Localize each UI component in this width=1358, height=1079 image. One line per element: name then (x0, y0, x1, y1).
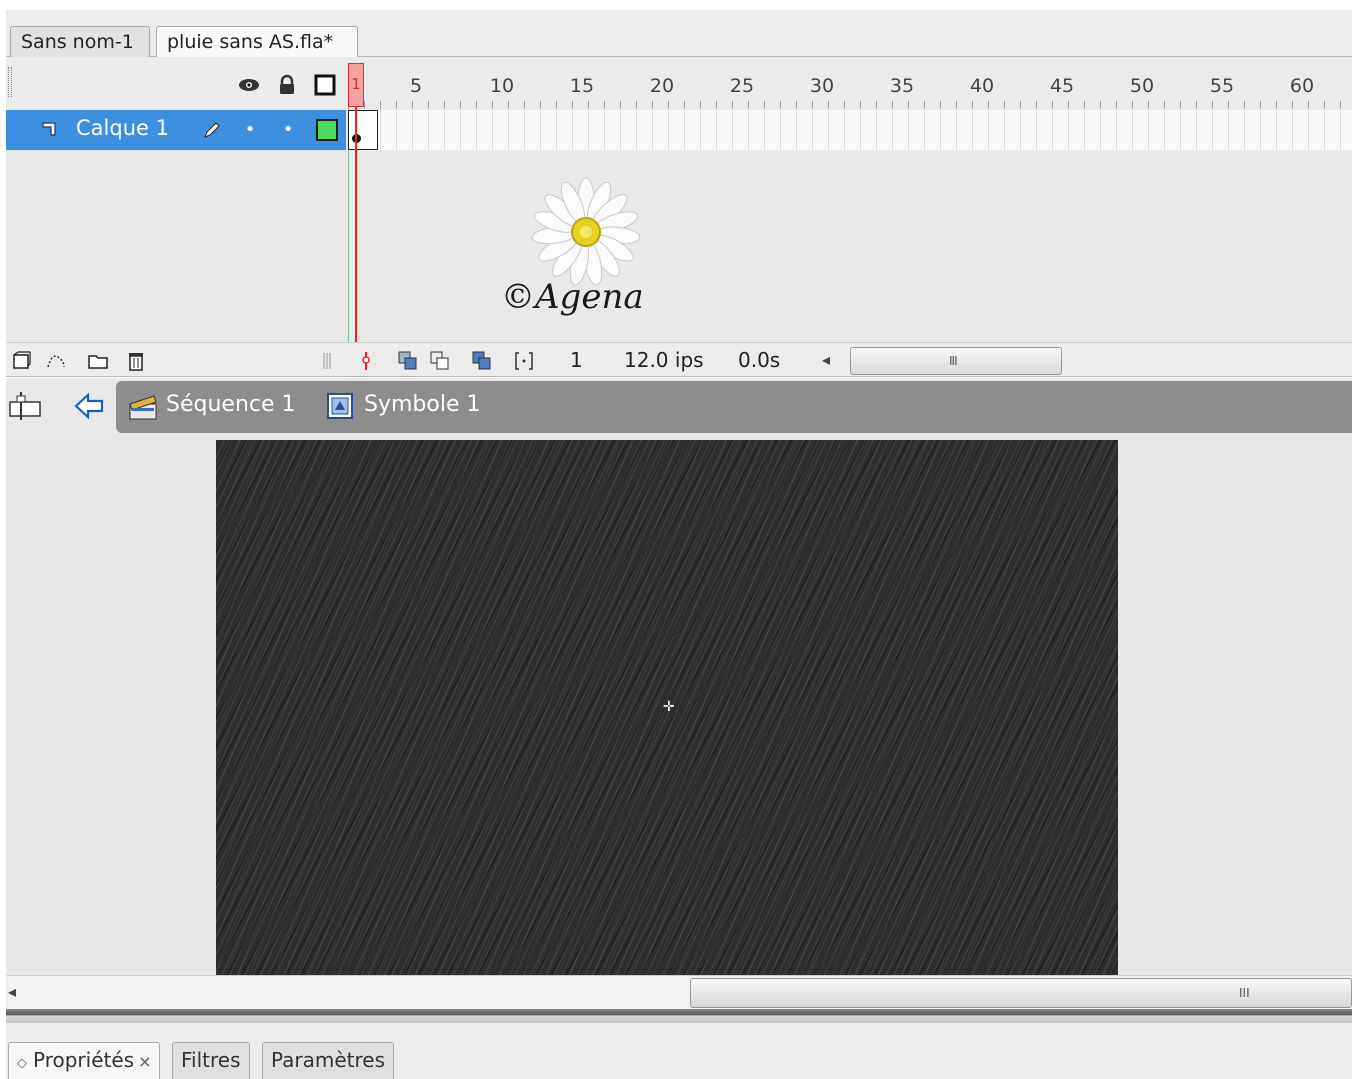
playhead-line (355, 107, 357, 343)
center-frame-icon[interactable] (356, 351, 376, 371)
splitter-grip[interactable] (322, 351, 332, 371)
keyframe-1[interactable] (348, 110, 378, 150)
breadcrumb (116, 381, 1352, 433)
ruler-number: 45 (1049, 75, 1075, 97)
pencil-icon (202, 120, 222, 140)
layer-name[interactable]: Calque 1 (76, 116, 169, 140)
close-icon[interactable]: × (138, 1052, 151, 1071)
edit-multiple-frames-icon[interactable] (472, 351, 492, 371)
tab-filters[interactable]: Filtres (172, 1042, 250, 1079)
eye-icon[interactable] (238, 74, 260, 96)
ruler-number: 40 (969, 75, 995, 97)
layer-row-calque-1[interactable]: Calque 1 • • (6, 110, 346, 150)
scroll-left-arrow[interactable]: ◂ (822, 350, 830, 369)
current-frame-readout: 1 (570, 348, 583, 372)
ruler-number: 30 (809, 75, 835, 97)
tab-properties-label: Propriétés (33, 1048, 135, 1072)
registration-point-icon: ✛ (663, 699, 675, 715)
panel-tab-bar: ◇ Propriétés × Filtres Paramètres (6, 1023, 1352, 1079)
ruler-number: 20 (649, 75, 675, 97)
scroll-left-arrow[interactable]: ◂ (8, 982, 16, 1001)
elapsed-time-readout: 0.0s (738, 348, 781, 372)
scene-clapper-icon (128, 392, 157, 420)
panel-grip[interactable] (8, 67, 12, 97)
scrollbar-grip: III (1239, 986, 1250, 1000)
timeline-panel: 5 10 15 20 25 30 35 40 45 50 55 60 1 Cal… (6, 57, 1352, 377)
stage-horizontal-scrollbar[interactable]: ◂ III (6, 975, 1352, 1009)
document-tab-pluie[interactable]: pluie sans AS.fla* (156, 26, 358, 59)
breadcrumb-symbol[interactable]: Symbole 1 (364, 392, 480, 417)
onion-skin-outlines-icon[interactable] (430, 351, 450, 371)
layer-outline-color[interactable] (316, 119, 338, 141)
motion-guide-icon[interactable] (46, 351, 66, 371)
onion-skin-icon[interactable] (398, 351, 418, 371)
scrollbar-grip: III (949, 354, 958, 368)
timeline-header: 5 10 15 20 25 30 35 40 45 50 55 60 1 (6, 57, 1352, 109)
watermark-signature: ©Agena (501, 277, 644, 317)
new-folder-icon[interactable] (88, 351, 108, 371)
ruler-number: 60 (1289, 75, 1315, 97)
tab-parameters[interactable]: Paramètres (262, 1042, 395, 1079)
timeline-scrollbar-thumb[interactable]: III (850, 347, 1062, 375)
movieclip-symbol-icon (326, 392, 354, 420)
ruler-number: 15 (569, 75, 595, 97)
ruler-number: 50 (1129, 75, 1155, 97)
playhead-handle[interactable]: 1 (348, 63, 364, 107)
frame-rate-readout[interactable]: 12.0 ips (624, 348, 704, 372)
breadcrumb-scene[interactable]: Séquence 1 (166, 392, 296, 417)
modify-onion-markers-icon[interactable] (514, 351, 534, 371)
stage-canvas-rain[interactable]: ✛ (216, 440, 1118, 975)
tab-properties[interactable]: ◇ Propriétés × (8, 1042, 161, 1079)
document-tab-bar: Sans nom-1 pluie sans AS.fla* (6, 10, 1352, 59)
lock-dot[interactable]: • (278, 120, 298, 140)
trash-icon[interactable] (126, 351, 146, 371)
new-layer-icon[interactable] (12, 351, 32, 371)
daisy-icon (531, 177, 641, 286)
ruler-number: 55 (1209, 75, 1235, 97)
back-arrow-icon[interactable] (74, 392, 104, 420)
outline-icon[interactable] (314, 74, 336, 96)
watermark-logo: ©Agena (501, 177, 671, 337)
edit-bar: Séquence 1 Symbole 1 (6, 378, 1352, 435)
document-tab-sans-nom[interactable]: Sans nom-1 (10, 26, 150, 58)
timeline-toggle-icon[interactable] (8, 390, 41, 420)
visibility-dot[interactable]: • (240, 120, 260, 140)
diamond-icon: ◇ (17, 1056, 27, 1071)
layer-guide-line (348, 150, 349, 343)
frames-row[interactable] (348, 110, 1352, 150)
stage-scrollbar-thumb[interactable]: III (690, 978, 1352, 1008)
frame-ruler[interactable]: 5 10 15 20 25 30 35 40 45 50 55 60 (348, 57, 1352, 109)
stage-pasteboard: ✛ (6, 435, 1352, 975)
layer-icon (40, 120, 60, 144)
ruler-ticks (348, 101, 1352, 109)
lock-icon[interactable] (276, 74, 298, 96)
ruler-number: 35 (889, 75, 915, 97)
ruler-number: 25 (729, 75, 755, 97)
timeline-footer: 1 12.0 ips 0.0s ◂ III (6, 342, 1352, 377)
ruler-number: 10 (489, 75, 515, 97)
ruler-number: 5 (409, 75, 423, 97)
panel-divider[interactable] (6, 1009, 1352, 1023)
